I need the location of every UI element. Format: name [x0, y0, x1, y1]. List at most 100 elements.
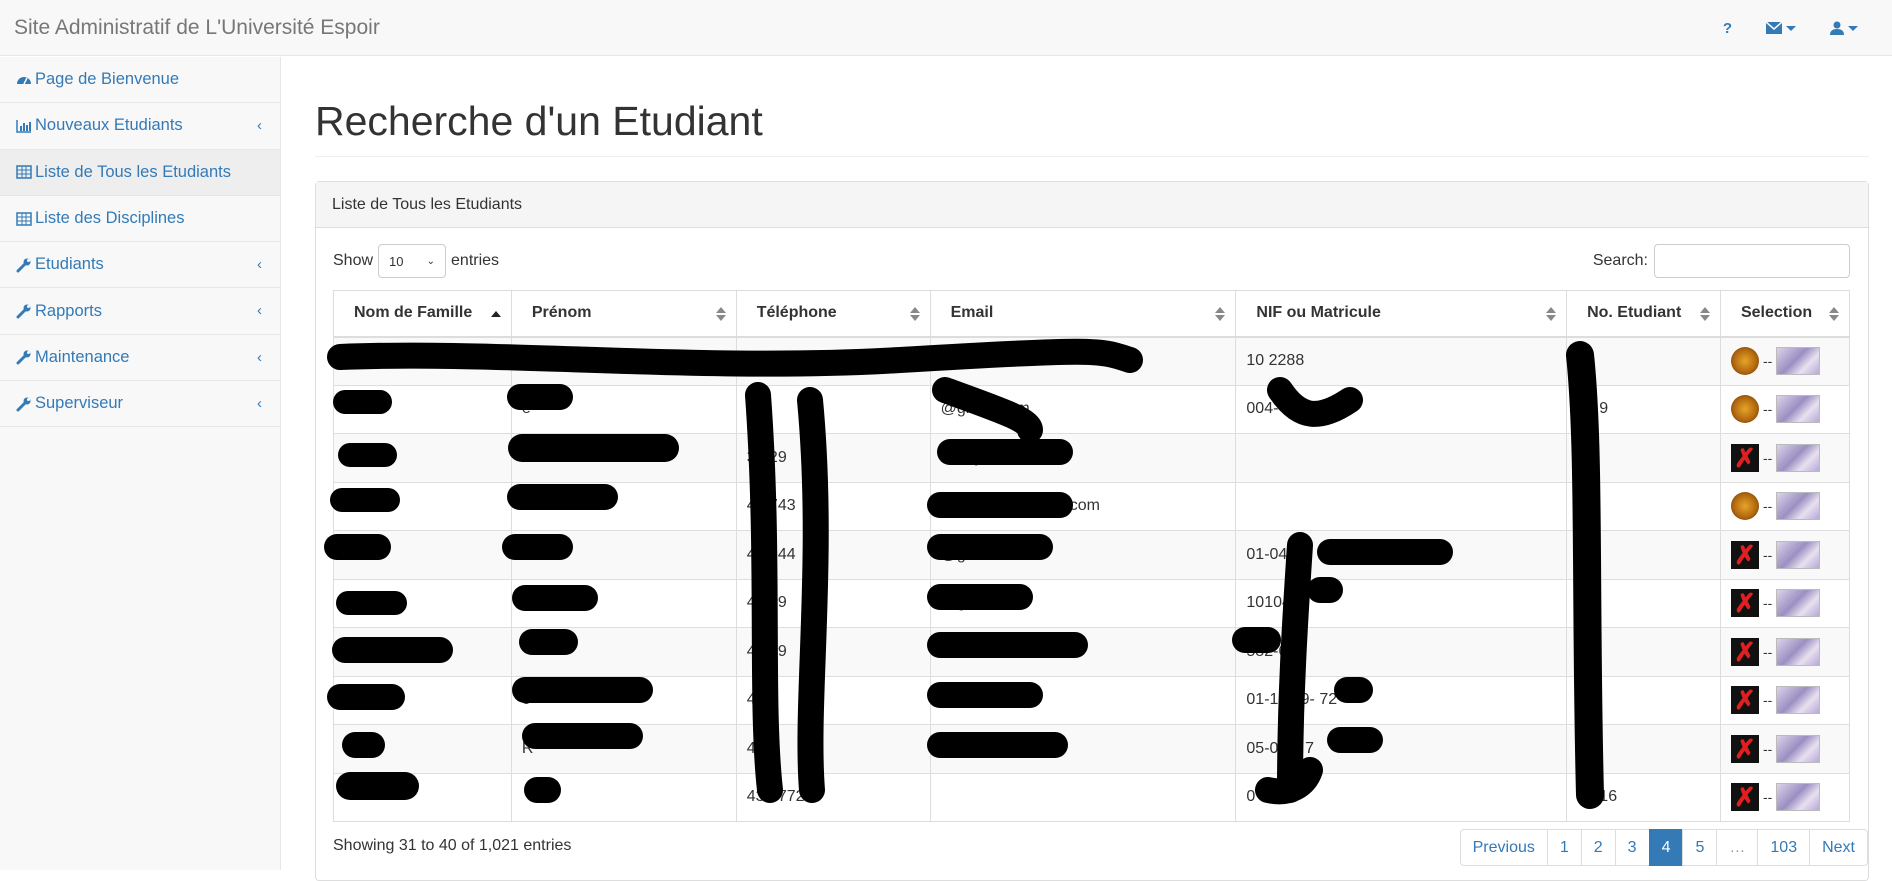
- sidebar: Page de Bienvenue Nouveaux Etudiants ‹ L…: [0, 57, 281, 870]
- cell-prenom: [510, 481, 737, 531]
- cell-telephone: 3 429: [735, 433, 931, 483]
- photo-thumbnail[interactable]: [1730, 347, 1759, 375]
- sidebar-item-nouveaux-etudiants[interactable]: Nouveaux Etudiants ‹: [0, 103, 280, 150]
- sort-icon: [1215, 306, 1226, 322]
- column-header-prenom[interactable]: Prénom: [510, 290, 737, 338]
- photo-thumbnail[interactable]: [1730, 395, 1759, 424]
- document-thumbnail[interactable]: [1776, 637, 1821, 666]
- table-row[interactable]: 44 69 mail.com 582-6 03 ✗ --: [333, 627, 1851, 677]
- envelope-dropdown[interactable]: [1766, 22, 1796, 34]
- document-thumbnail[interactable]: [1776, 589, 1821, 618]
- selection-actions: ✗ --: [1730, 443, 1839, 472]
- cell-nif: 10104: [1235, 578, 1568, 628]
- next-page-button[interactable]: Next: [1809, 829, 1868, 866]
- cell-nom: [333, 627, 512, 677]
- page-button-1[interactable]: 1: [1546, 829, 1582, 866]
- cell-selection: --: [1719, 384, 1851, 434]
- sort-icon: [1829, 306, 1839, 322]
- document-thumbnail[interactable]: [1776, 395, 1821, 424]
- page-button-4[interactable]: 4: [1648, 829, 1684, 866]
- sidebar-item-superviseur[interactable]: Superviseur ‹: [0, 381, 280, 428]
- column-header-nif[interactable]: NIF ou Matricule: [1235, 290, 1568, 338]
- table-row[interactable]: Ihjdlande 48776118 Ihjdlandeln 10 2288 1 --: [333, 336, 1851, 386]
- no-photo-icon[interactable]: ✗: [1730, 589, 1759, 618]
- document-thumbnail[interactable]: [1776, 492, 1821, 521]
- sidebar-item-etudiants[interactable]: Etudiants ‹: [0, 242, 280, 289]
- document-thumbnail[interactable]: [1776, 347, 1821, 375]
- table-row[interactable]: e -88 @gmail.com 004- 10 9 --: [333, 384, 1851, 434]
- page-length-value: 10: [389, 253, 404, 269]
- top-navbar: Site Administratif de L'Université Espoi…: [0, 0, 1892, 56]
- no-photo-icon[interactable]: ✗: [1730, 783, 1759, 812]
- user-dropdown[interactable]: [1830, 21, 1858, 35]
- document-thumbnail[interactable]: [1776, 443, 1821, 472]
- document-thumbnail[interactable]: [1776, 783, 1821, 812]
- selection-actions: ✗ --: [1730, 540, 1839, 569]
- column-header-nom[interactable]: Nom de Famille: [333, 290, 512, 338]
- table-row[interactable]: 46 743 inosalexis@gmail.com 1 1 --: [333, 481, 1851, 531]
- document-thumbnail[interactable]: [1776, 540, 1821, 569]
- page-length-select[interactable]: 10 ⌄: [378, 244, 447, 278]
- cell-nif: 01-04-9: [1235, 530, 1568, 580]
- page-button-2[interactable]: 2: [1580, 829, 1616, 866]
- chevron-down-icon: ⌄: [426, 255, 436, 267]
- column-header-no-etudiant[interactable]: No. Etudiant: [1566, 290, 1721, 338]
- cell-prenom: M.: [510, 433, 737, 483]
- chevron-left-icon: ‹: [257, 348, 262, 366]
- table-row[interactable]: M. 3 429 09@yahoo.fr 10 ✗ --: [333, 433, 1851, 483]
- search-input[interactable]: [1654, 244, 1850, 278]
- no-photo-icon[interactable]: ✗: [1730, 734, 1759, 763]
- cell-email: @gmail.com: [929, 530, 1237, 580]
- cell-no-etudiant: 14: [1566, 675, 1721, 725]
- selection-actions: --: [1730, 395, 1839, 424]
- page-button-103[interactable]: 103: [1757, 829, 1811, 866]
- column-header-email[interactable]: Email: [929, 290, 1237, 338]
- column-header-selection[interactable]: Selection: [1719, 290, 1851, 338]
- brand-title[interactable]: Site Administratif de L'Université Espoi…: [14, 16, 380, 40]
- cell-prenom: R: [510, 724, 737, 774]
- sidebar-item-bienvenue[interactable]: Page de Bienvenue: [0, 57, 280, 104]
- cell-selection: --: [1719, 336, 1851, 386]
- sidebar-item-disciplines[interactable]: Liste des Disciplines: [0, 196, 280, 243]
- table-info: Showing 31 to 40 of 1,021 entries: [333, 837, 572, 854]
- sidebar-item-liste-etudiants[interactable]: Liste de Tous les Etudiants: [0, 149, 280, 196]
- cell-no-etudiant: 10 9: [1566, 384, 1721, 434]
- cell-selection: ✗ --: [1719, 675, 1851, 725]
- sidebar-item-label: Liste des Disciplines: [35, 209, 185, 228]
- selection-separator: --: [1762, 353, 1773, 369]
- document-thumbnail[interactable]: [1776, 734, 1821, 763]
- table-header-row: Nom de Famille Prénom Téléphone Email NI…: [333, 290, 1851, 338]
- table-row[interactable]: 43 5772 0 782-9 10 16 ✗ --: [333, 772, 1851, 822]
- header-label: Prénom: [531, 304, 592, 322]
- cell-telephone: 48 19: [735, 578, 931, 628]
- no-photo-icon[interactable]: ✗: [1730, 637, 1759, 666]
- cell-no-etudiant: 21: [1566, 724, 1721, 774]
- cell-no-etudiant: 03: [1566, 627, 1721, 677]
- cell-nom: [333, 336, 512, 386]
- previous-page-button[interactable]: Previous: [1459, 829, 1548, 866]
- photo-thumbnail[interactable]: [1730, 492, 1759, 521]
- table-row[interactable]: 49 944 @gmail.com 01-04-9 1 3 ✗ --: [333, 530, 1851, 580]
- sidebar-item-maintenance[interactable]: Maintenance ‹: [0, 335, 280, 382]
- cell-no-etudiant: 10 16: [1566, 772, 1721, 822]
- document-thumbnail[interactable]: [1776, 686, 1821, 715]
- page-button-3[interactable]: 3: [1614, 829, 1650, 866]
- sidebar-item-rapports[interactable]: Rapports ‹: [0, 288, 280, 335]
- table-row[interactable]: rR4 6 @gmail.com 05-01 1 7 21 ✗ --: [333, 724, 1851, 774]
- sidebar-item-label: Maintenance: [35, 347, 130, 366]
- cell-no-etudiant: 1: [1566, 336, 1721, 386]
- cell-prenom: [510, 772, 737, 822]
- no-photo-icon[interactable]: ✗: [1730, 540, 1759, 569]
- page-button-5[interactable]: 5: [1682, 829, 1718, 866]
- help-icon[interactable]: ?: [1723, 20, 1732, 37]
- selection-actions: ✗ --: [1730, 734, 1839, 763]
- cell-prenom: o: [510, 675, 737, 725]
- no-photo-icon[interactable]: ✗: [1730, 443, 1759, 472]
- column-header-telephone[interactable]: Téléphone: [735, 290, 931, 338]
- selection-separator: --: [1762, 740, 1773, 757]
- header-label: NIF ou Matricule: [1256, 304, 1381, 322]
- table-row[interactable]: o 44 1 gmail.com 01-19 09- 72 14 ✗ --: [333, 675, 1851, 725]
- table-row[interactable]: 48 19 @gmail.com 10104 1 2 ✗ --: [333, 578, 1851, 628]
- no-photo-icon[interactable]: ✗: [1730, 686, 1759, 715]
- selection-separator: --: [1762, 401, 1773, 418]
